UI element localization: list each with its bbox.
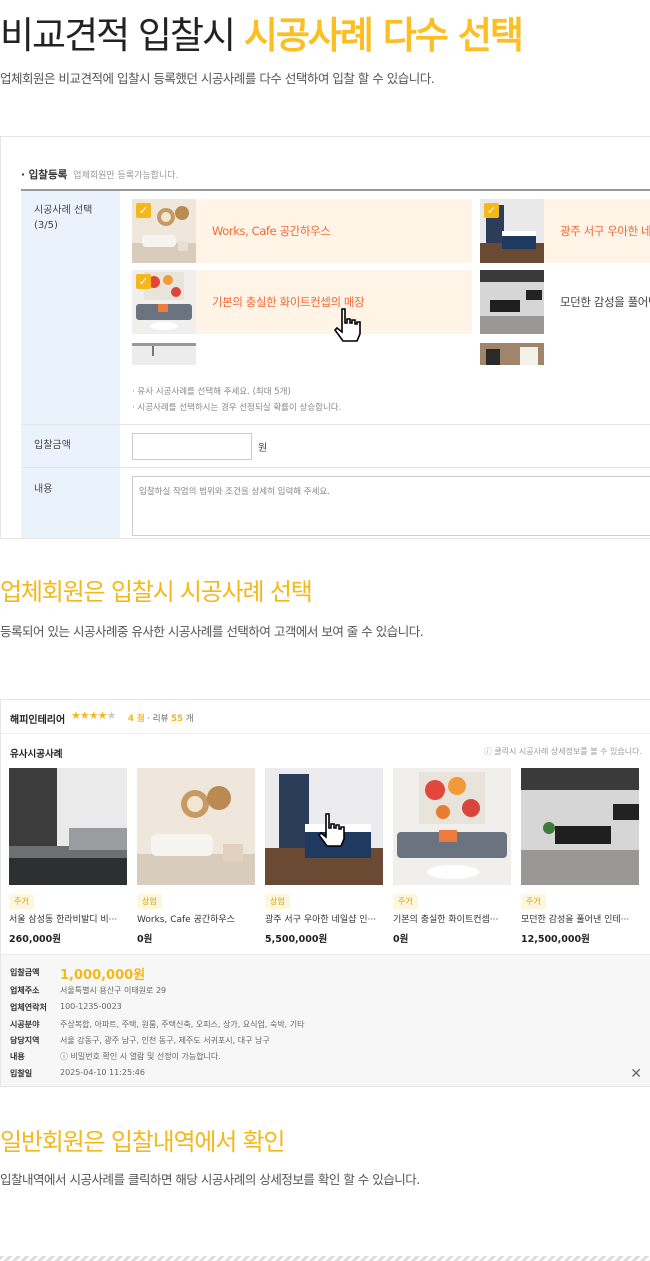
- info-key: 시공분야: [10, 1020, 40, 1029]
- info-key: 입찰금액: [10, 968, 40, 977]
- info-value: 2025-04-10 11:25:46: [60, 1068, 145, 1077]
- company-detail-panel: 해피인테리어 ★★★★★ 4 점 · 리뷰 55 개 유사시공사례 ⓘ 클릭시 …: [0, 699, 650, 1087]
- bid-form-title: · 입찰등록 업체회원만 등록가능합니다.: [21, 169, 179, 181]
- info-key: 업체연락처: [10, 1003, 47, 1012]
- case-price: 5,500,000원: [265, 934, 328, 945]
- info-value: 100-1235-0023: [60, 1002, 122, 1011]
- rating-meta: 4 점 · 리뷰 55 개: [128, 714, 194, 724]
- info-key: 입찰일: [10, 1069, 33, 1078]
- case-thumb-partial: [132, 343, 196, 365]
- case-price: 12,500,000원: [521, 934, 590, 945]
- section3-title: 일반회원은 입찰내역에서 확인: [0, 1128, 286, 1156]
- content-label: 내용: [34, 484, 53, 495]
- price-unit: 원: [258, 443, 268, 454]
- case-card[interactable]: [9, 768, 127, 885]
- section3-desc: 입찰내역에서 시공사례를 클릭하면 해당 시공사례의 상세정보를 확인 할 수 …: [0, 1172, 420, 1187]
- case-title[interactable]: 기본의 충실한 화이트컨셉···: [393, 912, 511, 925]
- case-notes: · 유사 시공사례를 선택해 주세요. (최대 5개) · 시공사례를 선택하시는…: [132, 387, 342, 413]
- category-tag: 주거: [9, 894, 34, 909]
- company-header: 해피인테리어 ★★★★★ 4 점 · 리뷰 55 개: [1, 700, 650, 734]
- case-title[interactable]: 모던한 감성을 풀어낸 인테···: [521, 912, 639, 925]
- info-key: 담당지역: [10, 1036, 40, 1045]
- info-key: 내용: [10, 1052, 25, 1061]
- content-textarea[interactable]: 입찰하실 작업의 범위와 조건을 상세히 입력해 주세요.: [132, 476, 650, 536]
- info-hint: ⓘ 클릭시 시공사례 상세정보를 볼 수 있습니다.: [483, 747, 642, 756]
- company-name: 해피인테리어: [10, 715, 66, 726]
- section1-desc: 업체회원은 비교견적에 입찰시 등록했던 시공사례를 다수 선택하여 입찰 할 …: [0, 71, 435, 86]
- case-price: 0원: [393, 934, 409, 945]
- case-thumb: [480, 270, 544, 334]
- case-title[interactable]: 서울 삼성동 한라비발디 비···: [9, 912, 127, 925]
- case-option-3[interactable]: ✓ 기본의 충실한 화이트컨셉의 매장: [132, 270, 472, 334]
- case-image[interactable]: [521, 768, 639, 885]
- info-key: 업체주소: [10, 986, 40, 995]
- info-value: 주상복합, 아파트, 주택, 원룸, 주택신축, 오피스, 상가, 요식업, 숙…: [60, 1020, 305, 1029]
- case-image[interactable]: [137, 768, 255, 885]
- section1-title-highlight: 시공사례 다수 선택: [243, 14, 524, 57]
- info-value: ⓘ 비밀번호 확인 시 열람 및 선정이 가능합니다.: [60, 1052, 221, 1061]
- close-icon[interactable]: ✕: [630, 1066, 642, 1082]
- hand-cursor-icon: [334, 308, 361, 342]
- case-select-label: 시공사례 선택 (3/5): [34, 205, 93, 231]
- case-option-1[interactable]: ✓ Works, Cafe 공간하우스: [132, 199, 472, 263]
- rating-stars: ★★★★★: [71, 709, 116, 722]
- category-tag: 상업: [265, 894, 290, 909]
- case-card[interactable]: [137, 768, 255, 885]
- section2-desc: 등록되어 있는 시공사례중 유사한 시공사례를 선택하여 고객에서 보여 줄 수…: [0, 624, 424, 639]
- case-title[interactable]: 광주 서구 우아한 네일샵 인···: [265, 912, 383, 925]
- case-price: 0원: [137, 934, 153, 945]
- case-option-2[interactable]: ✓ 광주 서구 우아한 네일샵: [480, 199, 650, 263]
- case-image[interactable]: [393, 768, 511, 885]
- checked-icon[interactable]: ✓: [484, 203, 499, 218]
- case-card[interactable]: [521, 768, 639, 885]
- similar-cases-title: 유사시공사례: [10, 749, 63, 760]
- case-thumb-partial: [480, 343, 544, 365]
- info-value: 서울 강동구, 광주 남구, 인천 동구, 제주도 서귀포시, 대구 남구: [60, 1036, 270, 1045]
- price-label: 입찰금액: [34, 440, 71, 451]
- info-value: 서울특별시 용산구 이태원로 29: [60, 986, 167, 995]
- divider: [0, 1256, 650, 1261]
- category-tag: 주거: [393, 894, 418, 909]
- case-option-4[interactable]: 모던한 감성을 풀어낸 인테리어: [480, 270, 650, 334]
- checked-icon[interactable]: ✓: [136, 203, 151, 218]
- bid-info: 입찰금액 1,000,000원 업체주소 서울특별시 용산구 이태원로 29 업…: [1, 954, 650, 1086]
- price-input[interactable]: [132, 433, 252, 460]
- section2-title: 업체회원은 입찰시 시공사례 선택: [0, 578, 313, 606]
- case-card[interactable]: [393, 768, 511, 885]
- case-price: 260,000원: [9, 934, 62, 945]
- category-tag: 주거: [521, 894, 546, 909]
- category-tag: 상업: [137, 894, 162, 909]
- case-image[interactable]: [9, 768, 127, 885]
- hand-cursor-icon: [318, 813, 345, 847]
- case-title[interactable]: Works, Cafe 공간하우스: [137, 912, 255, 925]
- bid-form-panel: · 입찰등록 업체회원만 등록가능합니다. 시공사례 선택 (3/5) ✓ Work…: [0, 136, 650, 539]
- checked-icon[interactable]: ✓: [136, 274, 151, 289]
- section1-title: 비교견적 입찰시 시공사례 다수 선택: [0, 14, 524, 57]
- bid-amount: 1,000,000원: [60, 968, 146, 983]
